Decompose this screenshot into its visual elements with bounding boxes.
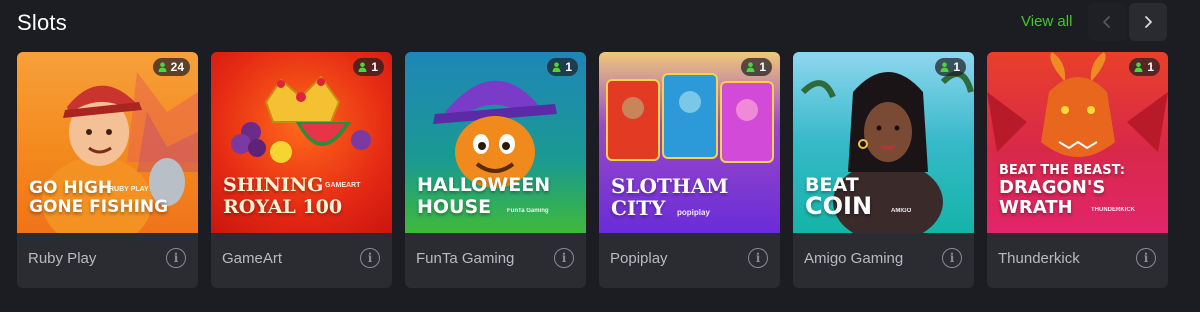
user-icon	[1134, 62, 1143, 72]
game-thumbnail[interactable]: 1 HALLOWEEN HOUSE FunTa Gaming	[405, 52, 586, 233]
game-title-line: ROYAL 100	[223, 196, 343, 218]
players-count: 1	[759, 60, 766, 74]
section-title: Slots	[17, 10, 67, 35]
game-title-line: COIN	[805, 192, 873, 220]
view-all-link[interactable]: View all	[1021, 13, 1072, 30]
game-card-go-high-gone-fishing[interactable]: 24 GO HIGH GONE FISHING RUBY PLAY Ruby P…	[17, 52, 198, 288]
section-header: Slots View all	[0, 0, 1200, 46]
user-icon	[940, 62, 949, 72]
provider-name: Ruby Play	[28, 250, 97, 267]
active-players-badge: 1	[741, 58, 772, 76]
studio-logo: RUBY PLAY	[109, 186, 149, 193]
game-card-halloween-house[interactable]: 1 HALLOWEEN HOUSE FunTa Gaming FunTa Gam…	[405, 52, 586, 288]
studio-logo: popiplay	[677, 208, 710, 217]
provider-name: Amigo Gaming	[804, 250, 904, 267]
game-card-beat-coin[interactable]: 1 BEAT COIN AMIGO Amigo Gaming i	[793, 52, 974, 288]
provider-name: Thunderkick	[998, 250, 1080, 267]
game-title-line: GO HIGH	[29, 178, 113, 198]
active-players-badge: 1	[353, 58, 384, 76]
game-thumbnail[interactable]: 1 BEAT COIN AMIGO	[793, 52, 974, 233]
chevron-left-icon	[1103, 16, 1110, 28]
carousel-prev-button[interactable]	[1088, 3, 1126, 41]
game-title-line: GONE FISHING	[29, 197, 169, 217]
game-title-line: SLOTHAM	[611, 174, 729, 198]
info-icon[interactable]: i	[748, 248, 768, 268]
game-thumbnail[interactable]: 1 BEAT THE BEAST: DRAGON'S WRATH THUNDER…	[987, 52, 1168, 233]
game-title-line: DRAGON'S	[999, 177, 1106, 198]
info-icon[interactable]: i	[360, 248, 380, 268]
players-count: 1	[565, 60, 572, 74]
game-card-slotham-city[interactable]: 1 SLOTHAM CITY popiplay Popiplay i	[599, 52, 780, 288]
studio-logo: GAMEART	[325, 182, 361, 189]
user-icon	[358, 62, 367, 72]
players-count: 1	[1147, 60, 1154, 74]
info-icon[interactable]: i	[1136, 248, 1156, 268]
chevron-right-icon	[1145, 16, 1152, 28]
provider-name: GameArt	[222, 250, 283, 267]
user-icon	[552, 62, 561, 72]
studio-logo: FunTa Gaming	[507, 208, 549, 214]
game-thumbnail[interactable]: 1 SHINING ROYAL 100 GAMEART	[211, 52, 392, 233]
carousel-next-button[interactable]	[1129, 3, 1167, 41]
studio-logo: AMIGO	[891, 208, 912, 214]
active-players-badge: 1	[547, 58, 578, 76]
active-players-badge: 24	[152, 58, 190, 76]
players-count: 1	[953, 60, 960, 74]
game-thumbnail[interactable]: 24 GO HIGH GONE FISHING RUBY PLAY	[17, 52, 198, 233]
active-players-badge: 1	[935, 58, 966, 76]
info-icon[interactable]: i	[166, 248, 186, 268]
studio-logo: THUNDERKICK	[1091, 207, 1135, 213]
user-icon	[746, 62, 755, 72]
user-icon	[158, 62, 167, 72]
info-icon[interactable]: i	[942, 248, 962, 268]
game-card-shining-royal-100[interactable]: 1 SHINING ROYAL 100 GAMEART GameArt i	[211, 52, 392, 288]
active-players-badge: 1	[1129, 58, 1160, 76]
info-icon[interactable]: i	[554, 248, 574, 268]
provider-name: FunTa Gaming	[416, 250, 515, 267]
game-title-line: BEAT THE BEAST:	[999, 163, 1125, 178]
game-card-beat-the-beast[interactable]: 1 BEAT THE BEAST: DRAGON'S WRATH THUNDER…	[987, 52, 1168, 288]
players-count: 1	[371, 60, 378, 74]
provider-name: Popiplay	[610, 250, 668, 267]
game-title-line: HALLOWEEN	[417, 174, 551, 196]
game-title-line: HOUSE	[417, 196, 492, 218]
players-count: 24	[170, 60, 184, 74]
game-thumbnail[interactable]: 1 SLOTHAM CITY popiplay	[599, 52, 780, 233]
